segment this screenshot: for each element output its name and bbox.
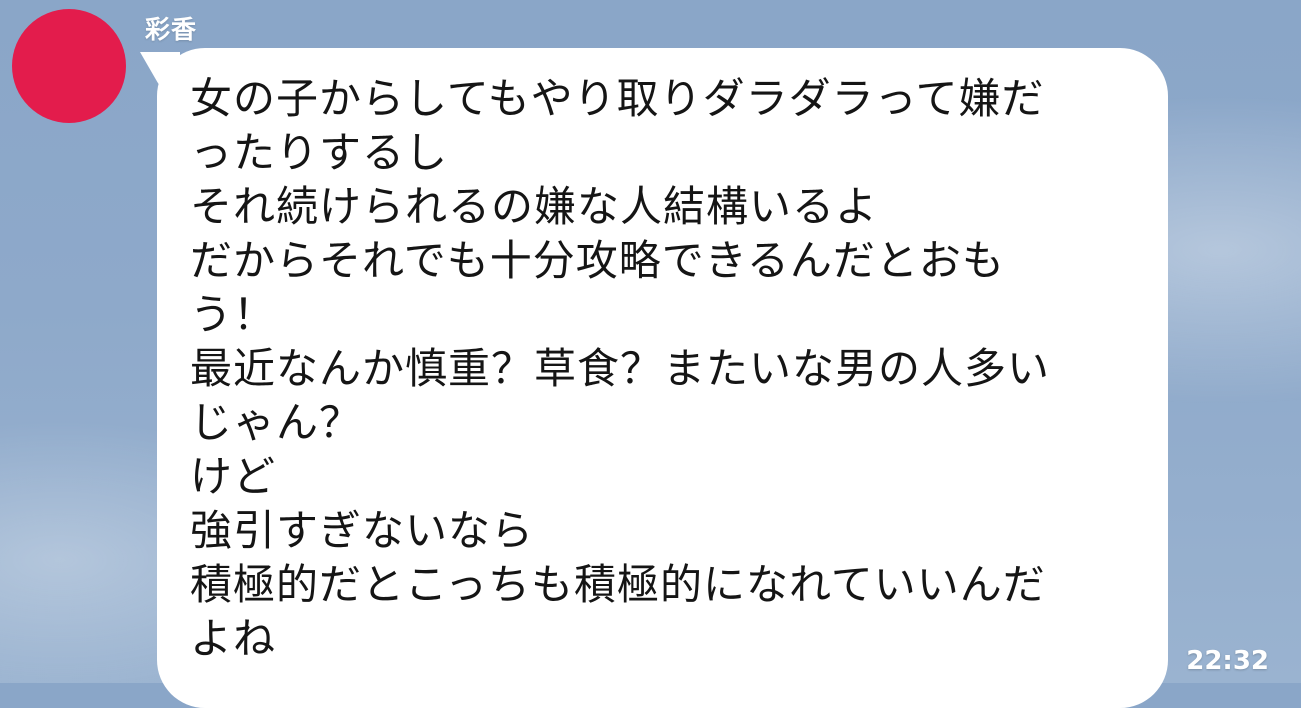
message-line: う！ [190, 290, 277, 339]
message-row: 彩香 女の子からしてもやり取りダラダラって嫌だ ったりするし それ続けられるの嫌… [0, 0, 1301, 708]
message-text: 女の子からしてもやり取りダラダラって嫌だ ったりするし それ続けられるの嫌な人結… [190, 72, 1150, 666]
message-line: よね [190, 614, 277, 663]
avatar[interactable] [12, 9, 126, 123]
message-line: けど [190, 452, 277, 501]
message-line: だからそれでも十分攻略できるんだとおも [190, 236, 1005, 285]
message-line: じゃん？ [190, 398, 363, 447]
message-line: 女の子からしてもやり取りダラダラって嫌だ [190, 74, 1045, 123]
message-timestamp: 22:32 [1186, 646, 1269, 676]
message-line: 積極的だとこっちも積極的になれていいんだ [190, 560, 1046, 609]
message-line: 最近なんか慎重？草食？またいな男の人多い [190, 344, 1051, 393]
message-line: それ続けられるの嫌な人結構いるよ [190, 182, 879, 231]
message-line: 強引すぎないなら [190, 506, 535, 555]
message-line: ったりするし [190, 128, 449, 177]
sender-name: 彩香 [145, 15, 198, 44]
